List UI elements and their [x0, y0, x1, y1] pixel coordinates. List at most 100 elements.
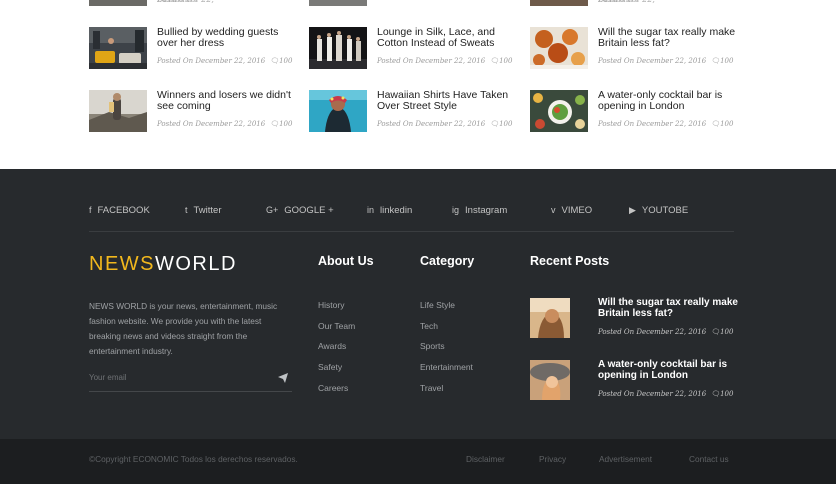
- article-meta: Posted On December 22, 2016 🗨100: [598, 120, 733, 128]
- recent-post[interactable]: A water-only cocktail bar is opening in …: [530, 359, 740, 402]
- post-date: Posted On December 22, 2016: [377, 120, 486, 128]
- post-date: Posted On December 22, 2016: [598, 120, 707, 128]
- article-card[interactable]: A water-only cocktail bar is opening in …: [530, 90, 740, 135]
- comment-count: 100: [499, 57, 513, 65]
- comment-count: 100: [720, 328, 734, 336]
- comment-count: 100: [720, 57, 734, 65]
- email-input[interactable]: [89, 373, 269, 382]
- recent-post-thumbnail[interactable]: [530, 298, 570, 338]
- article-thumbnail[interactable]: [309, 0, 367, 6]
- social-link-youtube[interactable]: ▶ YOUTOBE: [629, 205, 688, 216]
- social-label: Twitter: [193, 205, 222, 216]
- post-date: Posted On December 22, 2016: [598, 328, 707, 336]
- footer-link-careers[interactable]: Careers: [318, 382, 355, 403]
- category-link-entertainment[interactable]: Entertainment: [420, 361, 473, 382]
- article-peek[interactable]: Posted On December 22, 2016: [89, 0, 299, 7]
- post-date: Posted On December 22, 2016: [598, 390, 707, 398]
- comment-icon: 🗨: [490, 57, 500, 65]
- comment-count: 100: [720, 120, 734, 128]
- recent-post-meta: Posted On December 22, 2016 🗨100: [598, 328, 733, 336]
- footer-logo[interactable]: NEWSWORLD: [89, 253, 237, 276]
- social-label: VIMEO: [561, 205, 593, 216]
- article-title[interactable]: A water-only cocktail bar is opening in …: [598, 90, 740, 112]
- divider: [89, 231, 734, 232]
- comment-count: 100: [279, 120, 293, 128]
- logo-part-news: NEWS: [89, 253, 155, 275]
- privacy-link[interactable]: Privacy: [539, 454, 566, 464]
- recent-post-title[interactable]: A water-only cocktail bar is opening in …: [598, 359, 740, 381]
- recent-post[interactable]: Will the sugar tax really make Britain l…: [530, 297, 740, 340]
- article-grid: Posted On December 22, 2016 Posted On De…: [0, 0, 836, 169]
- article-thumbnail[interactable]: [89, 0, 147, 6]
- comment-icon: 🗨: [490, 120, 500, 128]
- article-card[interactable]: Lounge in Silk, Lace, and Cotton Instead…: [309, 27, 519, 72]
- copyright-text: ©Copyright ECONOMIC Todos los derechos r…: [89, 454, 298, 464]
- article-meta: Posted On December 22, 2016 🗨100: [157, 57, 292, 65]
- social-link-google-plus[interactable]: G+ GOOGLE +: [266, 205, 334, 216]
- social-link-twitter[interactable]: t Twitter: [185, 205, 222, 216]
- article-peek[interactable]: Posted On December 22, 2016: [530, 0, 740, 7]
- article-card[interactable]: Hawaiian Shirts Have Taken Over Street S…: [309, 90, 519, 135]
- send-icon[interactable]: [278, 373, 288, 383]
- social-link-vimeo[interactable]: v VIMEO: [551, 205, 592, 216]
- category-link-sports[interactable]: Sports: [420, 340, 473, 361]
- footer-link-safety[interactable]: Safety: [318, 361, 355, 382]
- instagram-icon: ig: [452, 205, 460, 215]
- article-meta: Posted On December 22, 2016 🗨100: [377, 120, 512, 128]
- article-thumbnail[interactable]: [309, 27, 367, 69]
- article-meta: Posted On December 22, 2016 🗨100: [157, 120, 292, 128]
- comment-icon: 🗨: [711, 57, 721, 65]
- advertisement-link[interactable]: Advertisement: [599, 454, 652, 464]
- social-label: FACEBOOK: [97, 205, 150, 216]
- article-meta: Posted On December 22, 2016 🗨100: [598, 57, 733, 65]
- category-link-travel[interactable]: Travel: [420, 382, 473, 403]
- article-thumbnail[interactable]: [89, 27, 147, 69]
- article-peek[interactable]: [309, 0, 519, 7]
- post-date: Posted On December 22, 2016: [157, 120, 266, 128]
- comment-icon: 🗨: [270, 120, 280, 128]
- article-thumbnail[interactable]: [530, 90, 588, 132]
- category-link-life-style[interactable]: Life Style: [420, 299, 473, 320]
- social-link-instagram[interactable]: ig Instagram: [452, 205, 507, 216]
- about-us-links: History Our Team Awards Safety Careers: [318, 299, 355, 402]
- category-link-tech[interactable]: Tech: [420, 320, 473, 341]
- twitter-icon: t: [185, 205, 188, 215]
- post-date: Posted On December 22, 2016: [377, 57, 486, 65]
- disclaimer-link[interactable]: Disclaimer: [466, 454, 505, 464]
- article-title[interactable]: Lounge in Silk, Lace, and Cotton Instead…: [377, 27, 519, 49]
- logo-part-world: WORLD: [155, 253, 237, 275]
- recent-post-meta: Posted On December 22, 2016 🗨100: [598, 390, 733, 398]
- article-card[interactable]: Winners and losers we didn't see coming …: [89, 90, 299, 135]
- article-thumbnail[interactable]: [89, 90, 147, 132]
- contact-us-link[interactable]: Contact us: [689, 454, 729, 464]
- footer-link-history[interactable]: History: [318, 299, 355, 320]
- article-meta: Posted On December 22, 2016: [157, 0, 227, 5]
- social-link-linkedin[interactable]: in linkedin: [367, 205, 412, 216]
- comment-count: 100: [720, 390, 734, 398]
- comment-count: 100: [279, 57, 293, 65]
- article-thumbnail[interactable]: [309, 90, 367, 132]
- article-thumbnail[interactable]: [530, 0, 588, 6]
- recent-post-thumbnail[interactable]: [530, 360, 570, 400]
- social-label: GOOGLE +: [284, 205, 334, 216]
- article-card[interactable]: Bullied by wedding guests over her dress…: [89, 27, 299, 72]
- post-date: Posted On December 22, 2016: [157, 57, 266, 65]
- vimeo-icon: v: [551, 205, 556, 215]
- article-title[interactable]: Winners and losers we didn't see coming: [157, 90, 299, 112]
- article-title[interactable]: Bullied by wedding guests over her dress: [157, 27, 299, 49]
- recent-post-title[interactable]: Will the sugar tax really make Britain l…: [598, 297, 740, 319]
- social-link-facebook[interactable]: f FACEBOOK: [89, 205, 150, 216]
- article-title[interactable]: Will the sugar tax really make Britain l…: [598, 27, 740, 49]
- recent-posts-heading: Recent Posts: [530, 254, 610, 268]
- comment-count: 100: [499, 120, 513, 128]
- comment-icon: 🗨: [711, 120, 721, 128]
- article-thumbnail[interactable]: [530, 27, 588, 69]
- social-label: YOUTOBE: [641, 205, 689, 216]
- bottom-bar: ©Copyright ECONOMIC Todos los derechos r…: [0, 439, 836, 484]
- article-card[interactable]: Will the sugar tax really make Britain l…: [530, 27, 740, 72]
- comment-icon: 🗨: [270, 57, 280, 65]
- footer-link-our-team[interactable]: Our Team: [318, 320, 355, 341]
- article-title[interactable]: Hawaiian Shirts Have Taken Over Street S…: [377, 90, 519, 112]
- comment-icon: 🗨: [711, 328, 721, 336]
- footer-link-awards[interactable]: Awards: [318, 340, 355, 361]
